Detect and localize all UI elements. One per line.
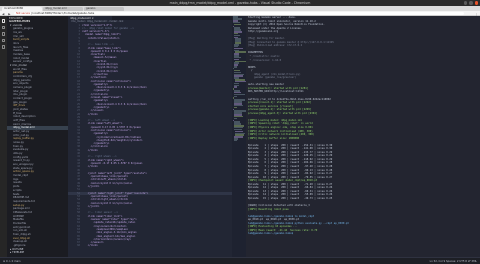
run-debug-icon[interactable]	[1, 38, 6, 42]
file-explorer: EXPLORER GAZEBO-HUBS ▾ .vscode gazebo_plu…	[7, 16, 68, 257]
maximize-button[interactable]	[469, 1, 473, 5]
minimize-button[interactable]	[463, 1, 467, 5]
terminal-panel[interactable]: Starting Gazebo server ... done. Gazebo m…	[246, 16, 480, 257]
address-bar[interactable]: Not secure | localhost:8080/?folder=/hom…	[14, 11, 464, 16]
window-controls	[463, 1, 478, 5]
minimap-line	[233, 106, 237, 109]
code-text: </link>	[82, 244, 98, 248]
editor-minimap[interactable]	[232, 16, 246, 257]
minimap-line	[233, 86, 237, 88]
line-number: 68	[77, 244, 80, 248]
editor-tab-ddpg-model[interactable]: ddpg_model.xml ×	[68, 16, 112, 20]
window-title: main_ddpg/rmn_model/ddpg_model.xml - gaz…	[169, 0, 311, 5]
status-left[interactable]: ⊗ 0 ⚠ 0 main	[3, 260, 21, 263]
minimap-line	[233, 95, 237, 98]
minimap-line	[233, 139, 237, 142]
minimap-line	[233, 23, 241, 26]
editor-tab-bar: ddpg_model.xml ×	[68, 16, 232, 20]
status-right[interactable]: Ln 52, Col 9 Spaces: 2 UTF-8 LF XML	[430, 260, 477, 263]
url-text: localhost:8080/?folder=/home/lab/gazebo-…	[32, 11, 95, 15]
minimap-line	[233, 66, 237, 68]
file-tree-item[interactable]: ▸ TIMELINE	[7, 251, 68, 255]
activity-bar	[0, 16, 7, 257]
browser-menu-icon[interactable]: ⋮	[475, 12, 478, 16]
status-bar: ⊗ 0 ⚠ 0 main Ln 52, Col 9 Spaces: 2 UTF-…	[0, 257, 480, 264]
code-line[interactable]: 68 </link>	[68, 244, 232, 247]
file-tree: ▾ .vscode gazebo_plugins ros_ws rmn_sim buil…	[7, 24, 68, 255]
code-area[interactable]: 1 <?xml version="1.0"?> 2 <!-- ddpg robot m…	[68, 24, 232, 258]
explorer-icon[interactable]	[1, 19, 6, 23]
search-icon[interactable]	[1, 25, 6, 29]
minimap-line	[233, 117, 237, 120]
source-control-icon[interactable]	[1, 32, 6, 36]
code-editor: ddpg_model.xml × rmn_model › ddpg_model.…	[68, 16, 232, 257]
extensions-icon[interactable]	[1, 45, 6, 49]
close-window-button[interactable]	[474, 1, 478, 5]
security-indicator[interactable]: Not secure	[16, 12, 30, 15]
